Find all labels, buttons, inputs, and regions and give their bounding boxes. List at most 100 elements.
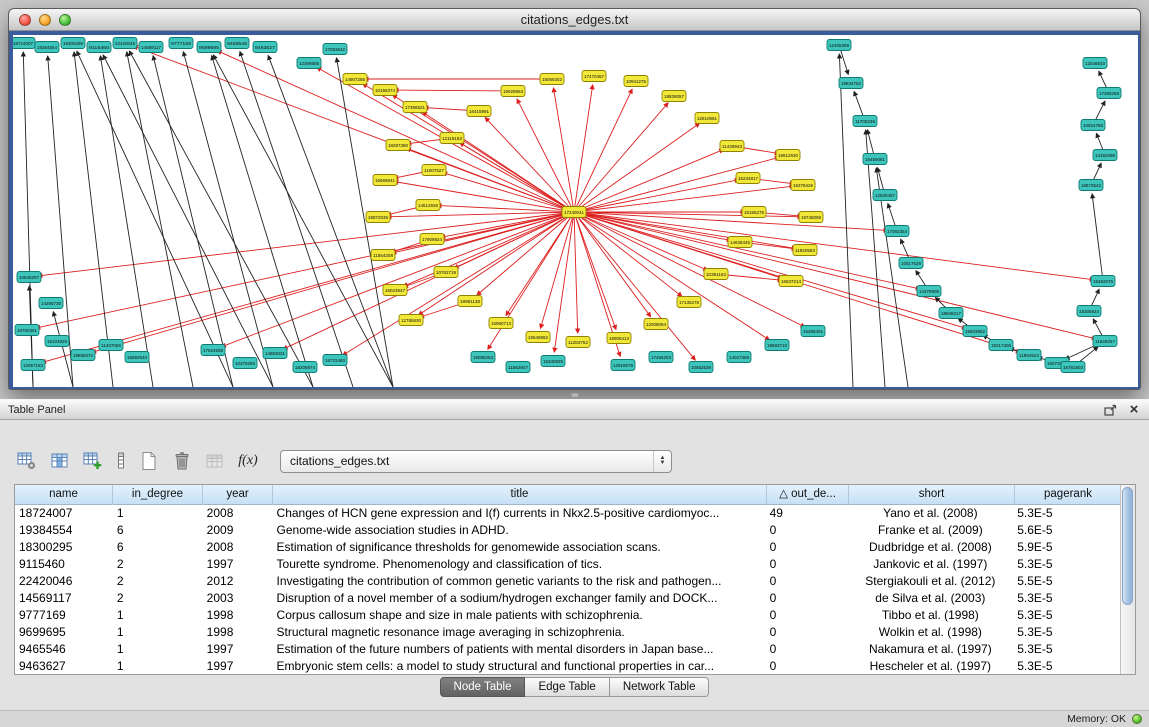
graph-node[interactable]: 14027368 bbox=[727, 352, 751, 363]
graph-node[interactable]: 11648257 bbox=[1093, 336, 1117, 347]
table-row[interactable]: 969969511998Structural magnetic resonanc… bbox=[15, 624, 1120, 641]
citation-edge-red[interactable] bbox=[403, 212, 574, 286]
function-builder-icon[interactable]: f(x) bbox=[233, 447, 263, 475]
vertical-scrollbar[interactable] bbox=[1120, 485, 1135, 674]
graph-node[interactable]: 15268401 bbox=[801, 326, 825, 337]
graph-node[interactable]: 15104829 bbox=[45, 336, 69, 347]
citation-edge-red[interactable] bbox=[574, 212, 888, 230]
graph-node[interactable]: 19658372 bbox=[71, 350, 95, 361]
citation-edge-black[interactable] bbox=[183, 52, 273, 387]
graph-node[interactable]: 17470457 bbox=[582, 71, 606, 82]
graph-node[interactable]: 12785630 bbox=[399, 315, 423, 326]
graph-node[interactable]: 10941275 bbox=[624, 76, 648, 87]
graph-node[interactable]: 17135278 bbox=[677, 297, 701, 308]
tab-network-table[interactable]: Network Table bbox=[610, 677, 710, 697]
graph-node[interactable]: 18593710 bbox=[765, 340, 789, 351]
graph-node[interactable]: 15378426 bbox=[791, 180, 815, 191]
graph-node[interactable]: 10517628 bbox=[899, 258, 923, 269]
citation-edge-red[interactable] bbox=[574, 103, 668, 212]
graph-node[interactable]: 14150398 bbox=[1093, 150, 1117, 161]
graph-node[interactable]: 10924765 bbox=[1081, 120, 1105, 131]
graph-node[interactable]: 16906413 bbox=[607, 333, 631, 344]
graph-node[interactable]: 10379256 bbox=[233, 358, 257, 369]
citation-edge-red[interactable] bbox=[387, 212, 574, 217]
graph-node[interactable]: 12546810 bbox=[1083, 58, 1107, 69]
graph-node[interactable]: 16459081 bbox=[863, 154, 887, 165]
graph-node[interactable]: 15234817 bbox=[736, 173, 760, 184]
graph-node[interactable]: 17240041 bbox=[562, 207, 586, 218]
graph-node[interactable]: 16415991 bbox=[467, 106, 491, 117]
graph-node[interactable]: 17396521 bbox=[403, 102, 427, 113]
citation-edge-black[interactable] bbox=[74, 52, 113, 387]
graph-node[interactable]: 18946217 bbox=[939, 308, 963, 319]
panel-resize-handle[interactable] bbox=[571, 392, 579, 397]
citation-edge-black[interactable] bbox=[127, 52, 193, 387]
window-titlebar[interactable]: citations_edges.txt bbox=[9, 9, 1140, 31]
graph-node[interactable]: 19086253 bbox=[471, 352, 495, 363]
graph-node[interactable]: 15603852 bbox=[963, 326, 987, 337]
citation-edge-red[interactable] bbox=[554, 212, 574, 352]
graph-node[interactable]: 12057183 bbox=[21, 360, 45, 371]
graph-node[interactable]: 19872035 bbox=[366, 212, 390, 223]
graph-node[interactable]: 11562847 bbox=[506, 362, 530, 373]
graph-node[interactable]: 17909824 bbox=[420, 234, 444, 245]
graph-node[interactable]: 10762719 bbox=[434, 267, 458, 278]
citation-edge-black[interactable] bbox=[100, 56, 153, 387]
graph-node[interactable]: 17369258 bbox=[1097, 88, 1121, 99]
graph-node[interactable]: 16781903 bbox=[1061, 362, 1085, 373]
graph-node[interactable]: 14378905 bbox=[917, 286, 941, 297]
graph-node[interactable]: 12830467 bbox=[873, 190, 897, 201]
graph-node[interactable]: 18287390 bbox=[386, 140, 410, 151]
graph-node[interactable]: 14863021 bbox=[263, 348, 287, 359]
graph-node[interactable]: 9463627 bbox=[253, 42, 277, 53]
zoom-window-icon[interactable] bbox=[59, 14, 71, 26]
graph-node[interactable]: 18724007 bbox=[13, 38, 35, 49]
citation-edge-red[interactable] bbox=[574, 212, 578, 333]
graph-node[interactable]: 15731460 bbox=[323, 355, 347, 366]
graph-node[interactable]: 16155275 bbox=[742, 207, 766, 218]
graph-node[interactable]: 17092354 bbox=[885, 226, 909, 237]
graph-node[interactable]: 10846297 bbox=[17, 272, 41, 283]
citation-edge-red[interactable] bbox=[443, 173, 574, 212]
graph-node[interactable]: 16537214 bbox=[779, 276, 803, 287]
network-table-select[interactable]: citations_edges.txt ▲▼ bbox=[280, 450, 672, 473]
column-header-title[interactable]: title bbox=[273, 485, 767, 505]
graph-node[interactable]: 19029953 bbox=[501, 86, 525, 97]
delete-table-icon[interactable] bbox=[167, 447, 197, 475]
graph-node[interactable]: 18205974 bbox=[293, 362, 317, 373]
new-table-icon[interactable] bbox=[134, 447, 164, 475]
citation-edge-black[interactable] bbox=[866, 130, 885, 387]
graph-node[interactable]: 17083642 bbox=[323, 44, 347, 55]
citation-edge-red[interactable] bbox=[38, 212, 574, 276]
graph-node[interactable]: 11283752 bbox=[566, 337, 590, 348]
graph-node[interactable]: 18673542 bbox=[1079, 180, 1103, 191]
graph-node[interactable]: 11437065 bbox=[99, 340, 123, 351]
graph-node[interactable]: 15950713 bbox=[489, 318, 513, 329]
graph-node[interactable]: 14295730 bbox=[39, 298, 63, 309]
graph-node[interactable]: 11007527 bbox=[422, 165, 446, 176]
column-header-out_degree[interactable]: △ out_de... bbox=[767, 485, 849, 505]
graph-node[interactable]: 16023947 bbox=[383, 285, 407, 296]
graph-node[interactable]: 12610651 bbox=[695, 113, 719, 124]
citation-edge-red[interactable] bbox=[221, 212, 574, 347]
graph-node[interactable]: 17456203 bbox=[649, 352, 673, 363]
graph-node[interactable]: 18612930 bbox=[776, 150, 800, 161]
graph-node[interactable]: 18750361 bbox=[15, 325, 39, 336]
table-row[interactable]: 946362711997Embryonic stem cells: a mode… bbox=[15, 658, 1120, 674]
table-row[interactable]: 946554611997Estimation of the future num… bbox=[15, 641, 1120, 658]
graph-node[interactable]: 12405369 bbox=[827, 40, 851, 51]
column-header-name[interactable]: name bbox=[15, 485, 113, 505]
graph-node[interactable]: 9699695 bbox=[197, 42, 221, 53]
graph-node[interactable]: 19834752 bbox=[839, 78, 863, 89]
table-row[interactable]: 1830029562008Estimation of significance … bbox=[15, 539, 1120, 556]
tab-node-table[interactable]: Node Table bbox=[440, 677, 526, 697]
citation-edge-black[interactable] bbox=[103, 55, 273, 387]
graph-node[interactable]: 16892540 bbox=[125, 352, 149, 363]
new-column-icon[interactable] bbox=[78, 447, 108, 475]
graph-node[interactable]: 9777169 bbox=[169, 38, 193, 49]
graph-node[interactable]: 11920583 bbox=[793, 245, 817, 256]
delete-column-icon[interactable] bbox=[111, 447, 131, 475]
citation-edge-red[interactable] bbox=[394, 90, 513, 91]
graph-node[interactable]: 12918576 bbox=[611, 360, 635, 371]
column-header-in_degree[interactable]: in_degree bbox=[113, 485, 203, 505]
